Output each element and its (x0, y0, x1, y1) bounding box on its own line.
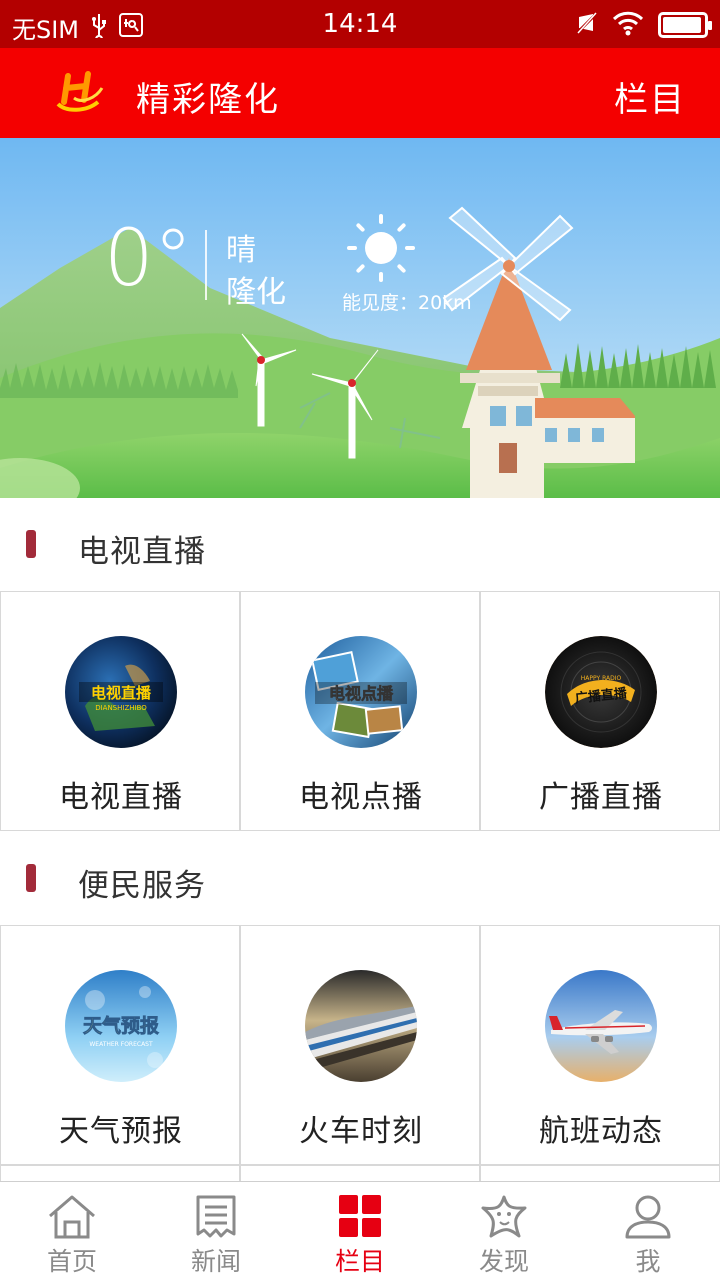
grid-item-weather[interactable]: 天气预报 WEATHER FORECAST 天气预报 (0, 926, 240, 1165)
tv-vod-icon-text: 电视点播 (329, 684, 394, 703)
tv-live-icon-text: 电视直播 (91, 684, 152, 702)
nav-home[interactable]: 首页 (0, 1182, 144, 1280)
temperature-value: 0° (104, 214, 193, 304)
radio-icon-sub: HAPPY RADIO (581, 675, 622, 682)
section-tv-live-header: 电视直播 (0, 498, 720, 590)
airplane-icon (545, 970, 657, 1082)
grid-item-tv-vod[interactable]: 电视点播 电视点播 (240, 592, 480, 831)
section-title: 电视直播 (78, 534, 206, 570)
weather-illustration (0, 138, 720, 498)
starfish-icon (481, 1195, 527, 1238)
grid-item-label: 电视直播 (59, 780, 183, 815)
grid-item-train[interactable]: 火车时刻 (240, 926, 480, 1165)
nav-me[interactable]: 我 (576, 1182, 720, 1280)
grid-item-label: 火车时刻 (299, 1114, 423, 1149)
weather-icon: 天气预报 WEATHER FORECAST (65, 970, 177, 1082)
mute-icon (575, 11, 599, 39)
weather-text: 晴 隆化 (226, 230, 286, 314)
nav-label: 首页 (46, 1247, 97, 1276)
nav-label: 发现 (478, 1247, 529, 1276)
grid-item-radio-live[interactable]: 广播直播 HAPPY RADIO 广播直播 (480, 592, 720, 831)
battery-icon (658, 12, 712, 38)
section-marker (26, 530, 36, 558)
person-icon (625, 1195, 671, 1239)
nav-label: 新闻 (190, 1247, 241, 1276)
weather-icon-text: 天气预报 (83, 1014, 159, 1037)
weather-icon-sub: WEATHER FORECAST (89, 1041, 153, 1048)
radio-disc-icon: 广播直播 HAPPY RADIO (545, 636, 657, 748)
app-header: 精彩隆化 栏目 (0, 48, 720, 138)
weather-city: 隆化 (226, 275, 286, 310)
temperature-divider (205, 230, 207, 300)
section-services-grid: 天气预报 WEATHER FORECAST 天气预报 火车时刻 航班动态 (0, 925, 720, 1165)
train-icon (305, 970, 417, 1082)
grid-item-label: 天气预报 (59, 1114, 183, 1149)
nav-columns[interactable]: 栏目 (288, 1182, 432, 1280)
grid-item-label: 广播直播 (539, 780, 663, 815)
weather-banner[interactable]: 0° 晴 隆化 能见度：20km (0, 138, 720, 498)
status-right (575, 10, 712, 40)
grid-item-tv-live[interactable]: 电视直播 DIANSHIZHIBO 电视直播 (0, 592, 240, 831)
nav-label: 栏目 (334, 1247, 385, 1276)
grid-item-flight[interactable]: 航班动态 (480, 926, 720, 1165)
tv-live-icon-sub: DIANSHIZHIBO (95, 704, 147, 712)
grid-next-row-stub (0, 1165, 720, 1182)
app-title: 精彩隆化 (136, 80, 280, 120)
nav-discover[interactable]: 发现 (432, 1182, 576, 1280)
earth-tv-icon: 电视直播 DIANSHIZHIBO (65, 636, 177, 748)
grid-icon (339, 1195, 381, 1237)
visibility-label: 能见度：20km (342, 292, 472, 314)
app-logo (52, 68, 108, 118)
nav-news[interactable]: 新闻 (144, 1182, 288, 1280)
grid-item-label: 电视点播 (299, 780, 423, 815)
bottom-nav: 首页 新闻 栏目 发现 我 (0, 1181, 720, 1280)
nav-label: 我 (635, 1247, 661, 1276)
section-title: 便民服务 (78, 868, 206, 904)
wifi-icon (612, 10, 644, 40)
section-marker (26, 864, 36, 892)
section-tv-live-grid: 电视直播 DIANSHIZHIBO 电视直播 电视点播 电视点播 广播直播 HA… (0, 591, 720, 831)
grid-item-label: 航班动态 (539, 1114, 663, 1149)
status-bar: 无SIM 14:14 (0, 0, 720, 48)
header-columns-button[interactable]: 栏目 (614, 72, 686, 121)
film-tv-icon: 电视点播 (305, 636, 417, 748)
home-icon (49, 1195, 95, 1239)
weather-condition: 晴 (226, 233, 256, 268)
news-icon (196, 1195, 236, 1238)
section-services-header: 便民服务 (0, 832, 720, 924)
